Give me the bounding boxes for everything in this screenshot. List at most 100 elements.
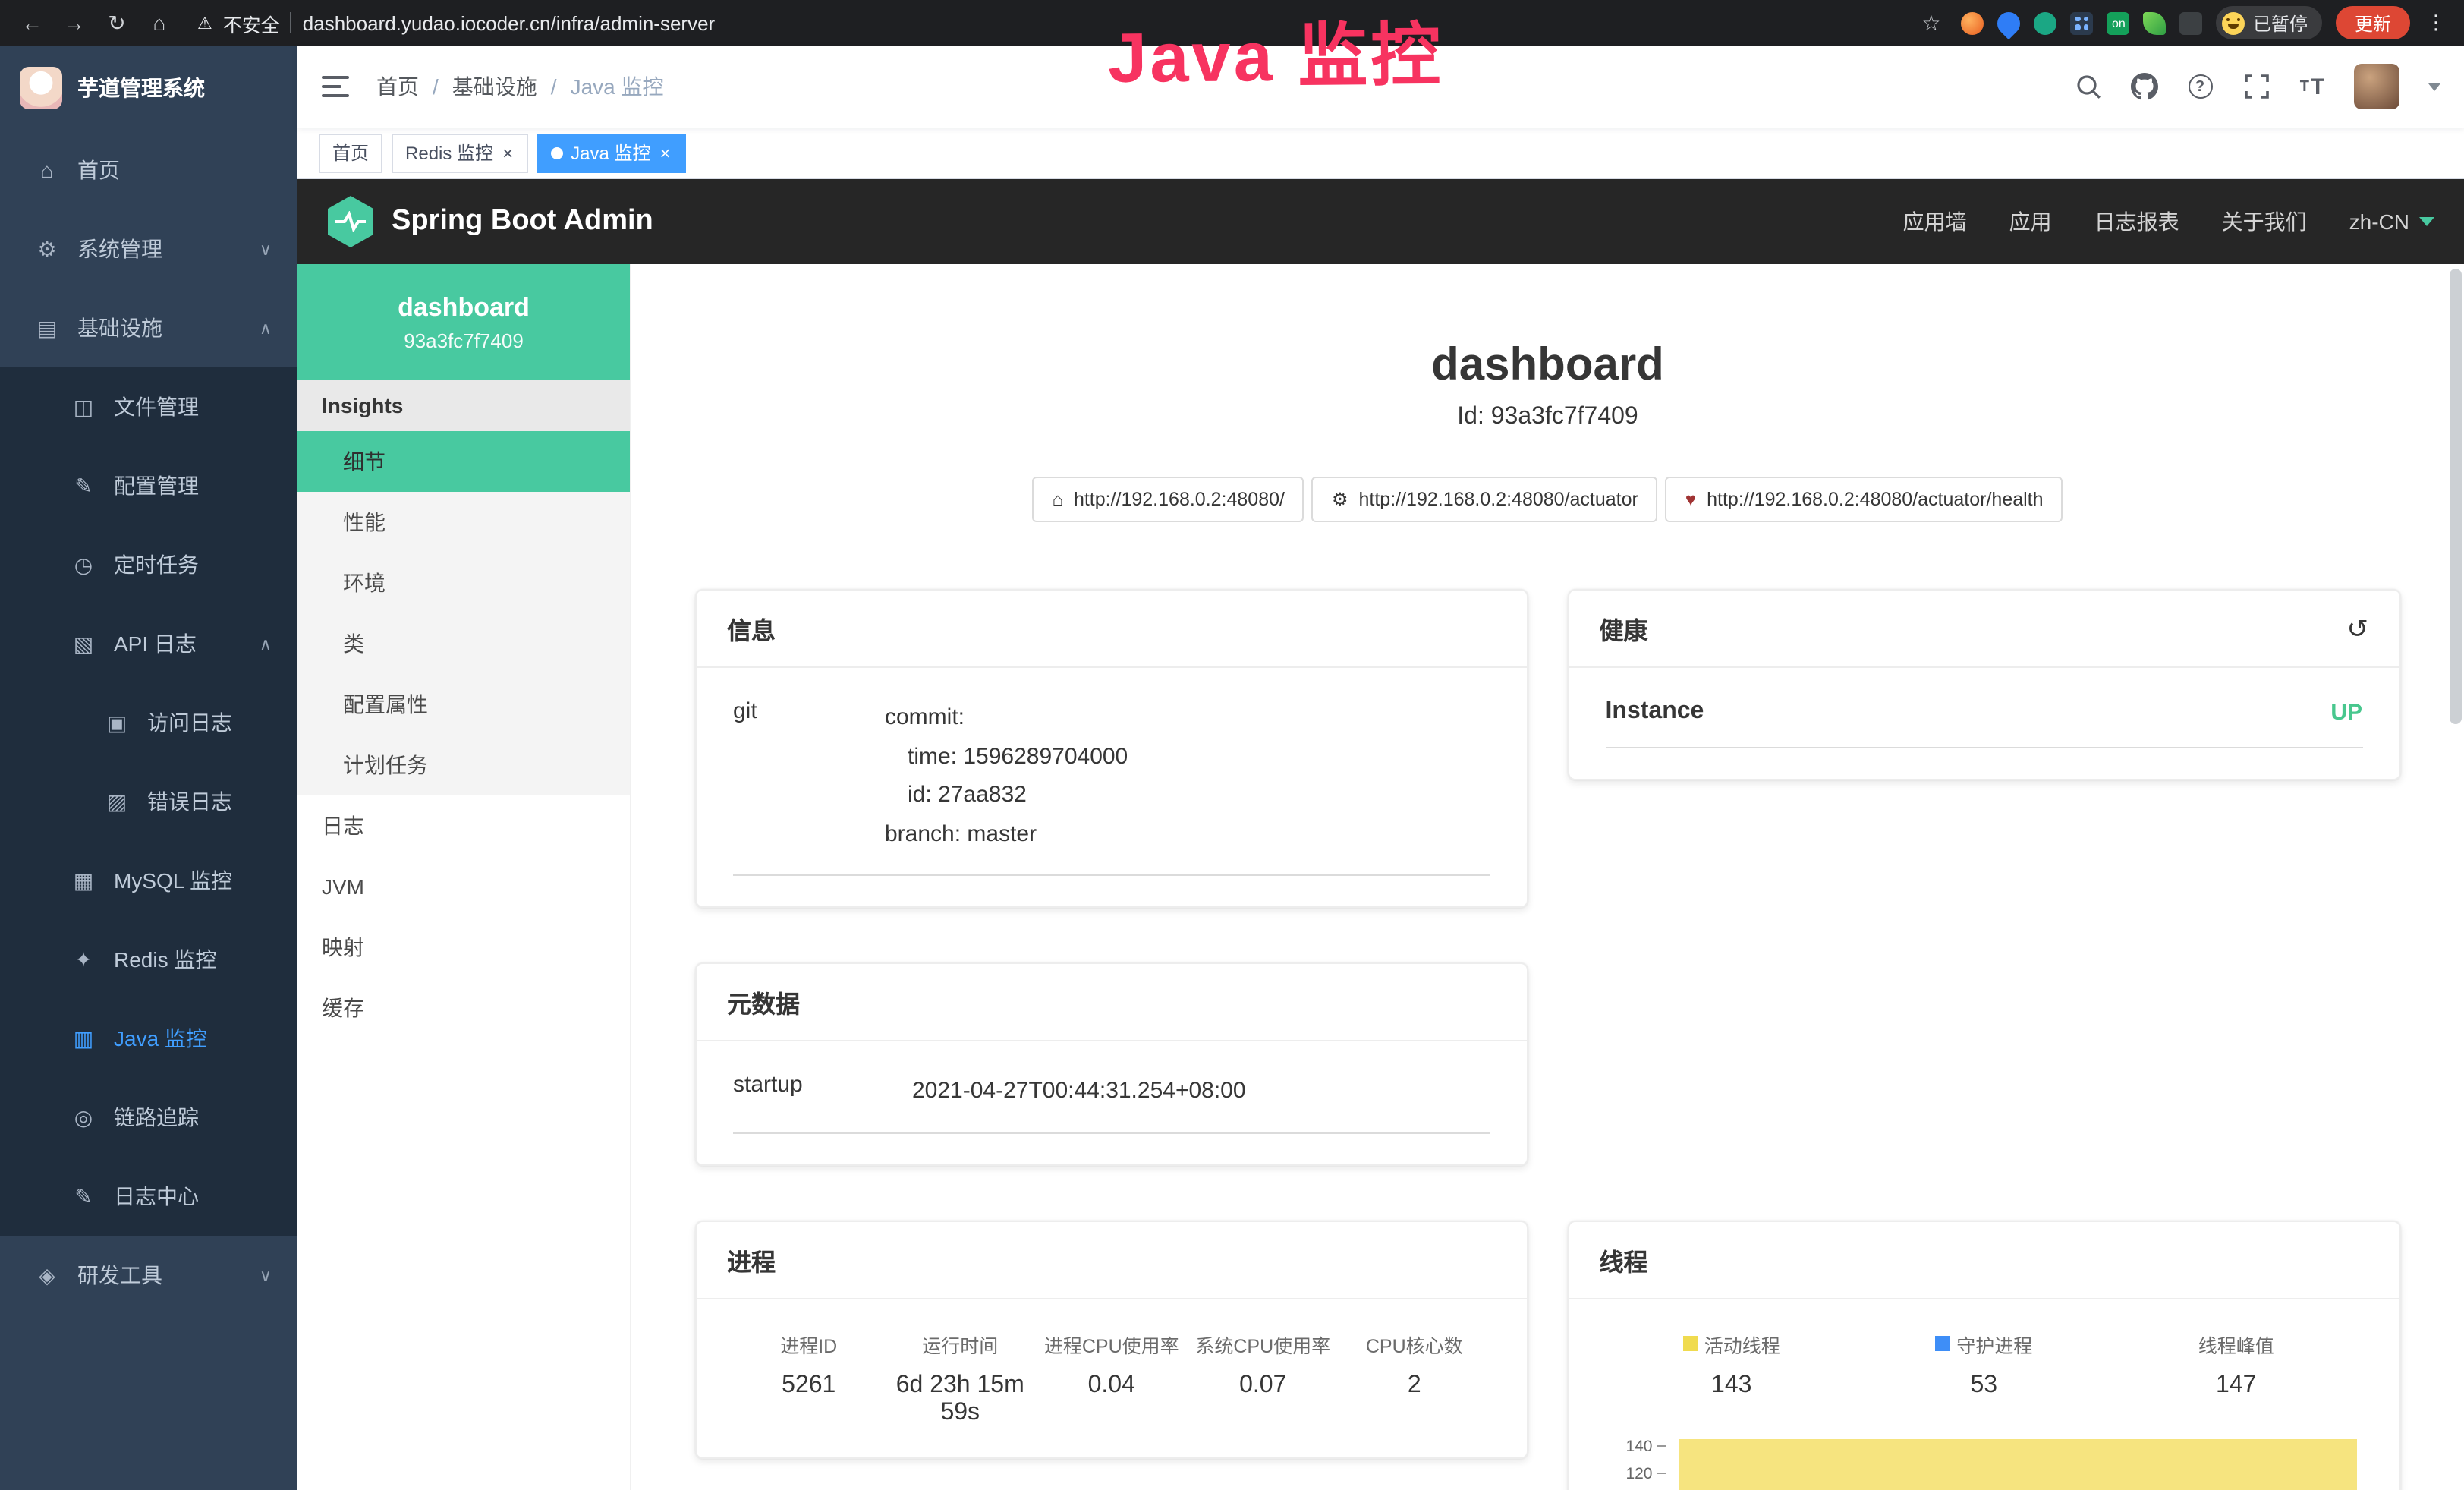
sidebar-item-label: 基础设施 <box>77 313 162 343</box>
sidebar-item-scheduled-jobs[interactable]: ◷ 定时任务 <box>0 525 297 604</box>
spring-boot-admin-logo-icon[interactable] <box>328 196 373 247</box>
sba-item-config-props[interactable]: 配置属性 <box>297 674 630 735</box>
extension-icon-fox[interactable] <box>1962 11 1984 34</box>
sba-nav-journal[interactable]: 日志报表 <box>2094 206 2179 237</box>
sidebar-item-log-center[interactable]: ✎ 日志中心 <box>0 1157 297 1236</box>
extension-icon-leaf[interactable] <box>2144 11 2167 34</box>
chevron-down-icon <box>2418 217 2434 226</box>
close-icon[interactable]: × <box>658 143 672 162</box>
tab-home[interactable]: 首页 <box>319 133 382 172</box>
info-card-body: git commit: time: 1596289704000 id: 27aa… <box>697 668 1527 906</box>
git-commit-line: commit: <box>885 698 1128 737</box>
user-avatar[interactable] <box>2353 64 2399 109</box>
sba-instance-header[interactable]: dashboard 93a3fc7f7409 <box>297 264 630 380</box>
tab-java-monitor[interactable]: Java 监控 × <box>537 133 685 172</box>
history-icon[interactable]: ↺ <box>2347 616 2369 641</box>
java-icon: ▥ <box>67 1025 100 1051</box>
browser-home-button[interactable]: ⌂ <box>143 11 176 35</box>
browser-menu-kebab-icon[interactable]: ⋮ <box>2423 11 2449 35</box>
bookmark-star-icon[interactable]: ☆ <box>1915 10 1948 36</box>
extension-icon-grid[interactable] <box>2071 11 2094 34</box>
threads-chart: 140 120 100 <box>1606 1432 2363 1490</box>
sidebar-item-label: 链路追踪 <box>114 1102 199 1132</box>
screen: ← → ↻ ⌂ ⚠ 不安全 dashboard.yudao.iocoder.cn… <box>0 0 2464 1490</box>
chevron-down-icon: ∨ <box>260 1265 272 1285</box>
close-icon[interactable]: × <box>501 143 515 162</box>
browser-forward-button[interactable]: → <box>58 11 91 35</box>
app-logo-link[interactable]: 芋道管理系统 <box>0 46 297 131</box>
avatar-caret-icon[interactable] <box>2428 83 2440 90</box>
hamburger-icon[interactable] <box>322 76 349 97</box>
sba-language-select[interactable]: zh-CN <box>2349 209 2434 234</box>
breadcrumb: 首页 / 基础设施 / Java 监控 <box>376 71 664 102</box>
sba-item-logs[interactable]: 日志 <box>297 795 630 856</box>
breadcrumb-current: Java 监控 <box>571 71 664 102</box>
cards-grid: 信息 git commit: time: 1596289704000 id: 2… <box>695 589 2400 1490</box>
sba-item-caches[interactable]: 缓存 <box>297 978 630 1038</box>
link-text: http://192.168.0.2:48080/actuator/health <box>1707 489 2043 510</box>
browser-refresh-button[interactable]: ↻ <box>100 10 134 36</box>
sba-item-classes[interactable]: 类 <box>297 613 630 674</box>
sidebar-item-system-management[interactable]: ⚙ 系统管理 ∨ <box>0 209 297 288</box>
sidebar-item-file-management[interactable]: ◫ 文件管理 <box>0 367 297 446</box>
extension-icon-on[interactable]: on <box>2107 11 2130 34</box>
sidebar-item-error-logs[interactable]: ▨ 错误日志 <box>0 762 297 841</box>
sidebar-item-home[interactable]: ⌂ 首页 <box>0 131 297 209</box>
stat-cpu-cores: CPU核心数 2 <box>1339 1329 1490 1426</box>
row-value: 2021-04-27T00:44:31.254+08:00 <box>912 1072 1246 1110</box>
stat-value: 143 <box>1606 1372 1858 1399</box>
chevron-up-icon: ∧ <box>260 318 272 338</box>
sidebar-item-dev-tools[interactable]: ◈ 研发工具 ∨ <box>0 1236 297 1315</box>
extension-icon-y[interactable] <box>2034 11 2057 34</box>
extension-icon-drop[interactable] <box>1994 7 2025 39</box>
actuator-url-link[interactable]: ⚙ http://192.168.0.2:48080/actuator <box>1312 477 1658 522</box>
browser-chrome: ← → ↻ ⌂ ⚠ 不安全 dashboard.yudao.iocoder.cn… <box>0 0 2464 46</box>
sidebar-item-redis-monitor[interactable]: ✦ Redis 监控 <box>0 920 297 999</box>
extensions-puzzle-icon[interactable] <box>2180 11 2203 34</box>
sba-item-metrics[interactable]: 性能 <box>297 492 630 553</box>
browser-update-button[interactable]: 更新 <box>2337 6 2409 39</box>
health-card-body: Instance UP <box>1569 668 2399 779</box>
sba-item-jvm[interactable]: JVM <box>297 856 630 917</box>
instance-id-line: Id: 93a3fc7f7409 <box>695 404 2400 431</box>
service-url-link[interactable]: ⌂ http://192.168.0.2:48080/ <box>1032 477 1304 522</box>
sidebar-item-api-logs[interactable]: ▧ API 日志 ∧ <box>0 604 297 683</box>
instance-label: Instance <box>1606 698 1704 726</box>
sidebar-item-access-logs[interactable]: ▣ 访问日志 <box>0 683 297 762</box>
sidebar-item-infrastructure[interactable]: ▤ 基础设施 ∧ <box>0 288 297 367</box>
y-tick-label: 120 <box>1606 1464 1657 1482</box>
sba-item-details[interactable]: 细节 <box>297 431 630 492</box>
font-size-icon[interactable]: TT <box>2297 71 2327 102</box>
sidebar-item-config-management[interactable]: ✎ 配置管理 <box>0 446 297 525</box>
github-icon[interactable] <box>2129 71 2159 102</box>
address-bar[interactable]: ⚠ 不安全 dashboard.yudao.iocoder.cn/infra/a… <box>197 8 1905 37</box>
sba-nav-about[interactable]: 关于我们 <box>2222 206 2307 237</box>
profile-paused-badge[interactable]: 已暂停 <box>2217 6 2323 39</box>
breadcrumb-infrastructure[interactable]: 基础设施 <box>452 71 537 102</box>
health-url-link[interactable]: ♥ http://192.168.0.2:48080/actuator/heal… <box>1666 477 2063 522</box>
sba-item-mappings[interactable]: 映射 <box>297 917 630 978</box>
sidebar-item-tracing[interactable]: ◎ 链路追踪 <box>0 1078 297 1157</box>
sba-item-scheduled-tasks[interactable]: 计划任务 <box>297 735 630 795</box>
sba-item-environment[interactable]: 环境 <box>297 553 630 613</box>
fullscreen-icon[interactable] <box>2241 71 2271 102</box>
sidebar-item-java-monitor[interactable]: ▥ Java 监控 <box>0 999 297 1078</box>
help-icon[interactable]: ? <box>2185 71 2215 102</box>
tab-redis-monitor[interactable]: Redis 监控 × <box>392 133 528 172</box>
sba-nav-wallboard[interactable]: 应用墙 <box>1903 206 1967 237</box>
sidebar-item-label: API 日志 <box>114 628 197 659</box>
sidebar-item-mysql-monitor[interactable]: ▦ MySQL 监控 <box>0 841 297 920</box>
sba-brand-title[interactable]: Spring Boot Admin <box>392 205 653 238</box>
scrollbar-thumb[interactable] <box>2449 269 2461 724</box>
sba-nav-applications[interactable]: 应用 <box>2009 206 2052 237</box>
page-title: dashboard <box>695 340 2400 392</box>
url-text[interactable]: dashboard.yudao.iocoder.cn/infra/admin-s… <box>303 11 715 34</box>
breadcrumb-home[interactable]: 首页 <box>376 71 419 102</box>
security-label[interactable]: 不安全 <box>223 8 280 37</box>
app-shell: 芋道管理系统 ⌂ 首页 ⚙ 系统管理 ∨ ▤ 基础设施 ∧ <box>0 46 2464 1490</box>
search-icon[interactable] <box>2072 71 2103 102</box>
stat-live-threads: 活动线程 143 <box>1606 1329 1858 1399</box>
stat-label: 线程峰值 <box>2198 1329 2274 1358</box>
browser-back-button[interactable]: ← <box>15 11 49 35</box>
stat-process-cpu: 进程CPU使用率 0.04 <box>1036 1329 1188 1426</box>
